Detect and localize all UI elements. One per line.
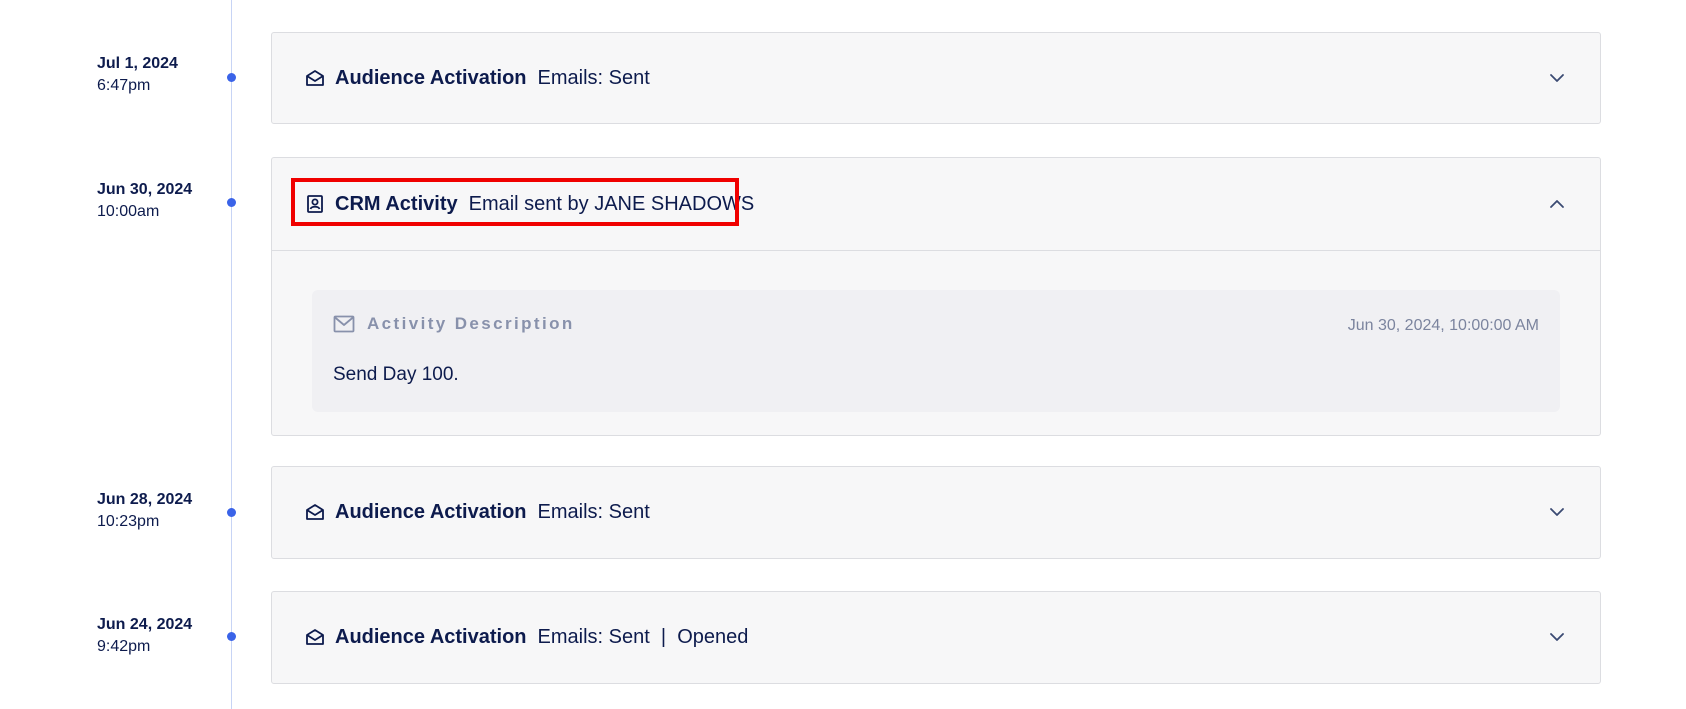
activity-card-audience-activation: Audience Activation Emails: Sent | Opene… <box>271 591 1601 684</box>
timeline-time: 10:00am <box>97 203 160 220</box>
timeline-dot <box>227 73 236 82</box>
envelope-open-icon <box>305 68 325 88</box>
timeline-dot <box>227 508 236 517</box>
timeline-date: Jun 30, 2024 <box>97 181 193 198</box>
chevron-down-icon[interactable] <box>1548 628 1566 646</box>
chevron-up-icon[interactable] <box>1548 195 1566 213</box>
timeline-line <box>231 0 232 709</box>
envelope-open-icon <box>305 502 325 522</box>
activity-card-header[interactable]: Audience Activation Emails: Sent <box>272 467 1600 557</box>
timeline-date-block: Jun 28, 2024 10:23pm <box>97 489 192 533</box>
activity-details: Activity Description Jun 30, 2024, 10:00… <box>272 251 1600 434</box>
activity-category: CRM Activity <box>335 192 458 215</box>
activity-description-text: Send Day 100. <box>333 364 459 385</box>
activity-description-header: Activity Description <box>333 314 575 334</box>
timeline-date-block: Jun 30, 2024 10:00am <box>97 179 192 223</box>
activity-description-timestamp: Jun 30, 2024, 10:00:00 AM <box>1347 317 1539 334</box>
activity-category: Audience Activation <box>335 66 527 89</box>
activity-category: Audience Activation <box>335 500 527 523</box>
activity-card-audience-activation: Audience Activation Emails: Sent <box>271 32 1601 124</box>
chevron-down-icon[interactable] <box>1548 69 1566 87</box>
chevron-down-icon[interactable] <box>1548 503 1566 521</box>
timeline-time: 6:47pm <box>97 77 151 94</box>
timeline-time: 10:23pm <box>97 513 160 530</box>
timeline-dot <box>227 198 236 207</box>
activity-description-panel: Activity Description Jun 30, 2024, 10:00… <box>312 290 1560 412</box>
contact-card-icon <box>305 194 325 214</box>
activity-summary: Email sent by JANE SHADOWS <box>468 192 755 215</box>
activity-summary: Emails: Sent <box>537 500 650 523</box>
timeline-date: Jul 1, 2024 <box>97 55 178 72</box>
activity-card-crm-activity: CRM Activity Email sent by JANE SHADOWS … <box>271 157 1601 436</box>
envelope-open-icon <box>305 627 325 647</box>
mail-icon <box>333 315 355 333</box>
activity-summary: Emails: Sent <box>537 66 650 89</box>
activity-description-label: Activity Description <box>367 314 575 333</box>
timeline-date-block: Jun 24, 2024 9:42pm <box>97 614 192 658</box>
timeline-date: Jun 24, 2024 <box>97 616 193 633</box>
activity-card-header[interactable]: Audience Activation Emails: Sent | Opene… <box>272 592 1600 682</box>
activity-summary: Emails: Sent | Opened <box>537 625 749 648</box>
timeline-dot <box>227 632 236 641</box>
timeline-date-block: Jul 1, 2024 6:47pm <box>97 53 178 97</box>
activity-card-header[interactable]: CRM Activity Email sent by JANE SHADOWS <box>272 158 1600 250</box>
activity-card-header[interactable]: Audience Activation Emails: Sent <box>272 33 1600 123</box>
activity-card-audience-activation: Audience Activation Emails: Sent <box>271 466 1601 559</box>
activity-category: Audience Activation <box>335 625 527 648</box>
timeline-date: Jun 28, 2024 <box>97 491 193 508</box>
timeline-time: 9:42pm <box>97 638 151 655</box>
